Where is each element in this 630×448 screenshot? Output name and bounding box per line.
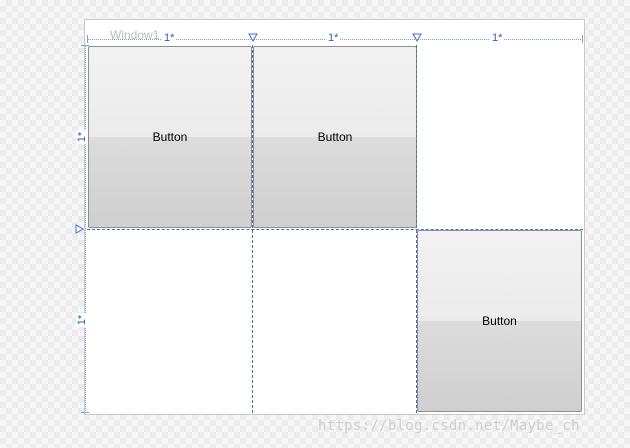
ruler-tick	[582, 35, 583, 43]
button-row0-col0[interactable]: Button	[88, 46, 252, 228]
column-splitter-marker-icon[interactable]	[412, 33, 422, 43]
column-splitter-marker-icon[interactable]	[248, 33, 258, 43]
button-row0-col1[interactable]: Button	[253, 46, 417, 228]
column-size-label-1[interactable]: 1*	[162, 32, 177, 44]
button-row1-col2[interactable]: Button	[417, 230, 582, 412]
ruler-tick	[87, 35, 88, 43]
button-label: Button	[317, 130, 353, 144]
column-size-label-2[interactable]: 1*	[326, 32, 341, 44]
button-label: Button	[482, 314, 517, 328]
column-size-label-3[interactable]: 1*	[490, 32, 505, 44]
row-size-label-1[interactable]: 1*	[76, 129, 89, 145]
row-size-label-2[interactable]: 1*	[76, 312, 89, 328]
button-label: Button	[152, 130, 188, 144]
row-splitter-marker-icon[interactable]	[75, 224, 85, 234]
watermark-text: https://blog.csdn.net/Maybe_ch	[318, 418, 580, 434]
ruler-tick	[81, 412, 89, 413]
row-gridline	[87, 229, 583, 230]
